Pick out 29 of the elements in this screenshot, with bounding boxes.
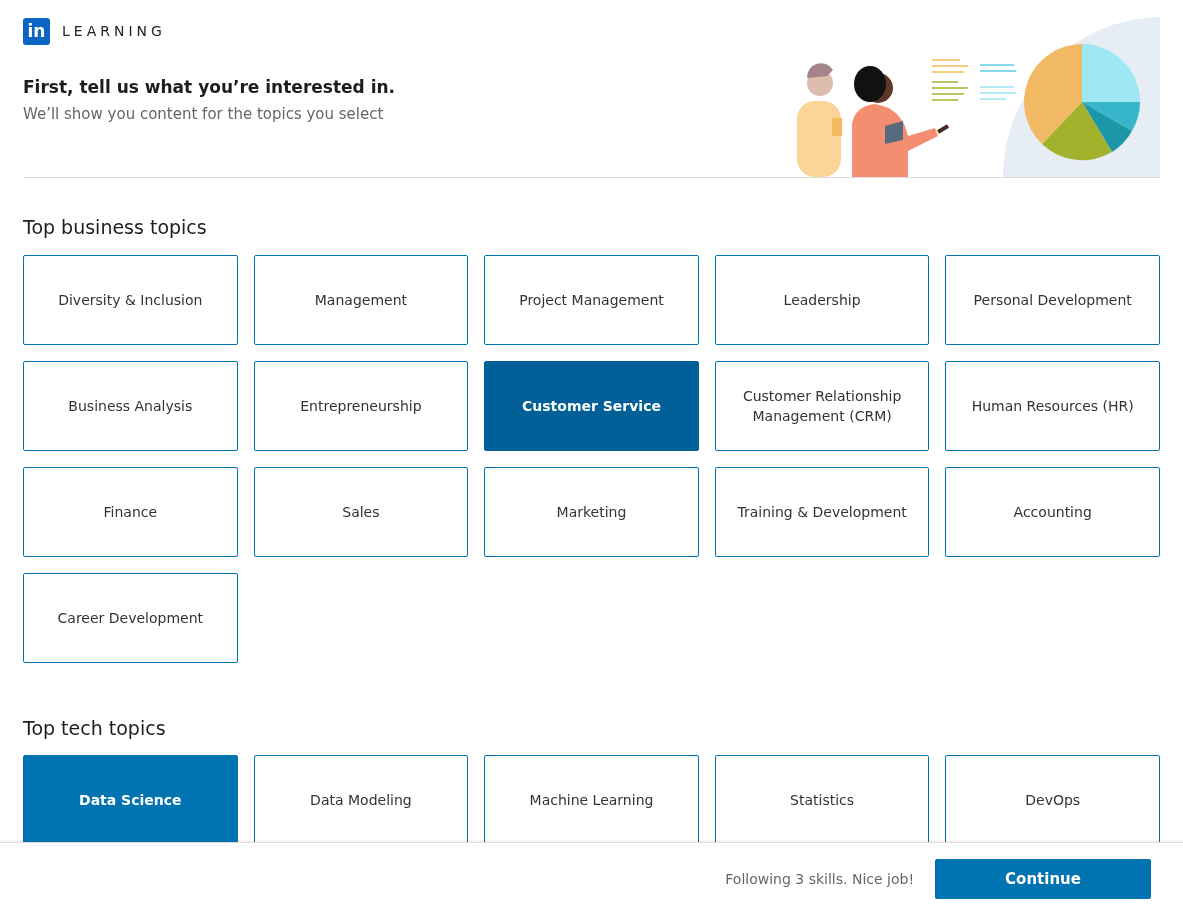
topic-tile[interactable]: Project Management (484, 254, 699, 345)
topic-tile[interactable]: Training & Development (714, 466, 930, 557)
continue-button[interactable]: Continue (935, 859, 1151, 899)
topic-tile[interactable]: Finance (23, 466, 238, 557)
topic-tile[interactable]: Leadership (714, 254, 930, 345)
topic-tile[interactable]: Career Development (23, 572, 238, 663)
topic-tile[interactable]: Customer Service (484, 360, 699, 451)
topic-tile[interactable]: Marketing (484, 466, 699, 557)
topic-tile[interactable]: Entrepreneurship (253, 360, 469, 451)
topic-tile[interactable]: Customer Relationship Management (CRM) (714, 360, 930, 451)
topic-tile[interactable]: Management (253, 254, 469, 345)
topic-tile[interactable]: Machine Learning (484, 755, 699, 845)
topic-tile[interactable]: Data Science (23, 755, 238, 845)
topic-tile[interactable]: Personal Development (945, 254, 1160, 345)
brand-name: LEARNING (62, 22, 166, 41)
topic-tile[interactable]: Business Analysis (23, 360, 238, 451)
section-heading: Top tech topics (23, 715, 167, 741)
topic-tile[interactable]: Data Modeling (253, 755, 469, 845)
topic-tile[interactable]: Statistics (714, 755, 930, 845)
following-status: Following 3 skills. Nice job! (725, 869, 914, 889)
topic-tile[interactable]: DevOps (945, 755, 1160, 845)
section-heading: Top business topics (23, 215, 208, 240)
topic-tile[interactable]: Sales (253, 466, 469, 557)
topic-tile[interactable]: Human Resources (HR) (945, 360, 1160, 451)
topic-tile[interactable]: Accounting (945, 466, 1160, 557)
topic-tile[interactable]: Diversity & Inclusion (23, 254, 238, 345)
logo-badge: in (23, 18, 50, 45)
page-subheading: We’ll show you content for the topics you select (23, 103, 385, 125)
page-heading: First, tell us what you’re interested in. (23, 76, 396, 99)
